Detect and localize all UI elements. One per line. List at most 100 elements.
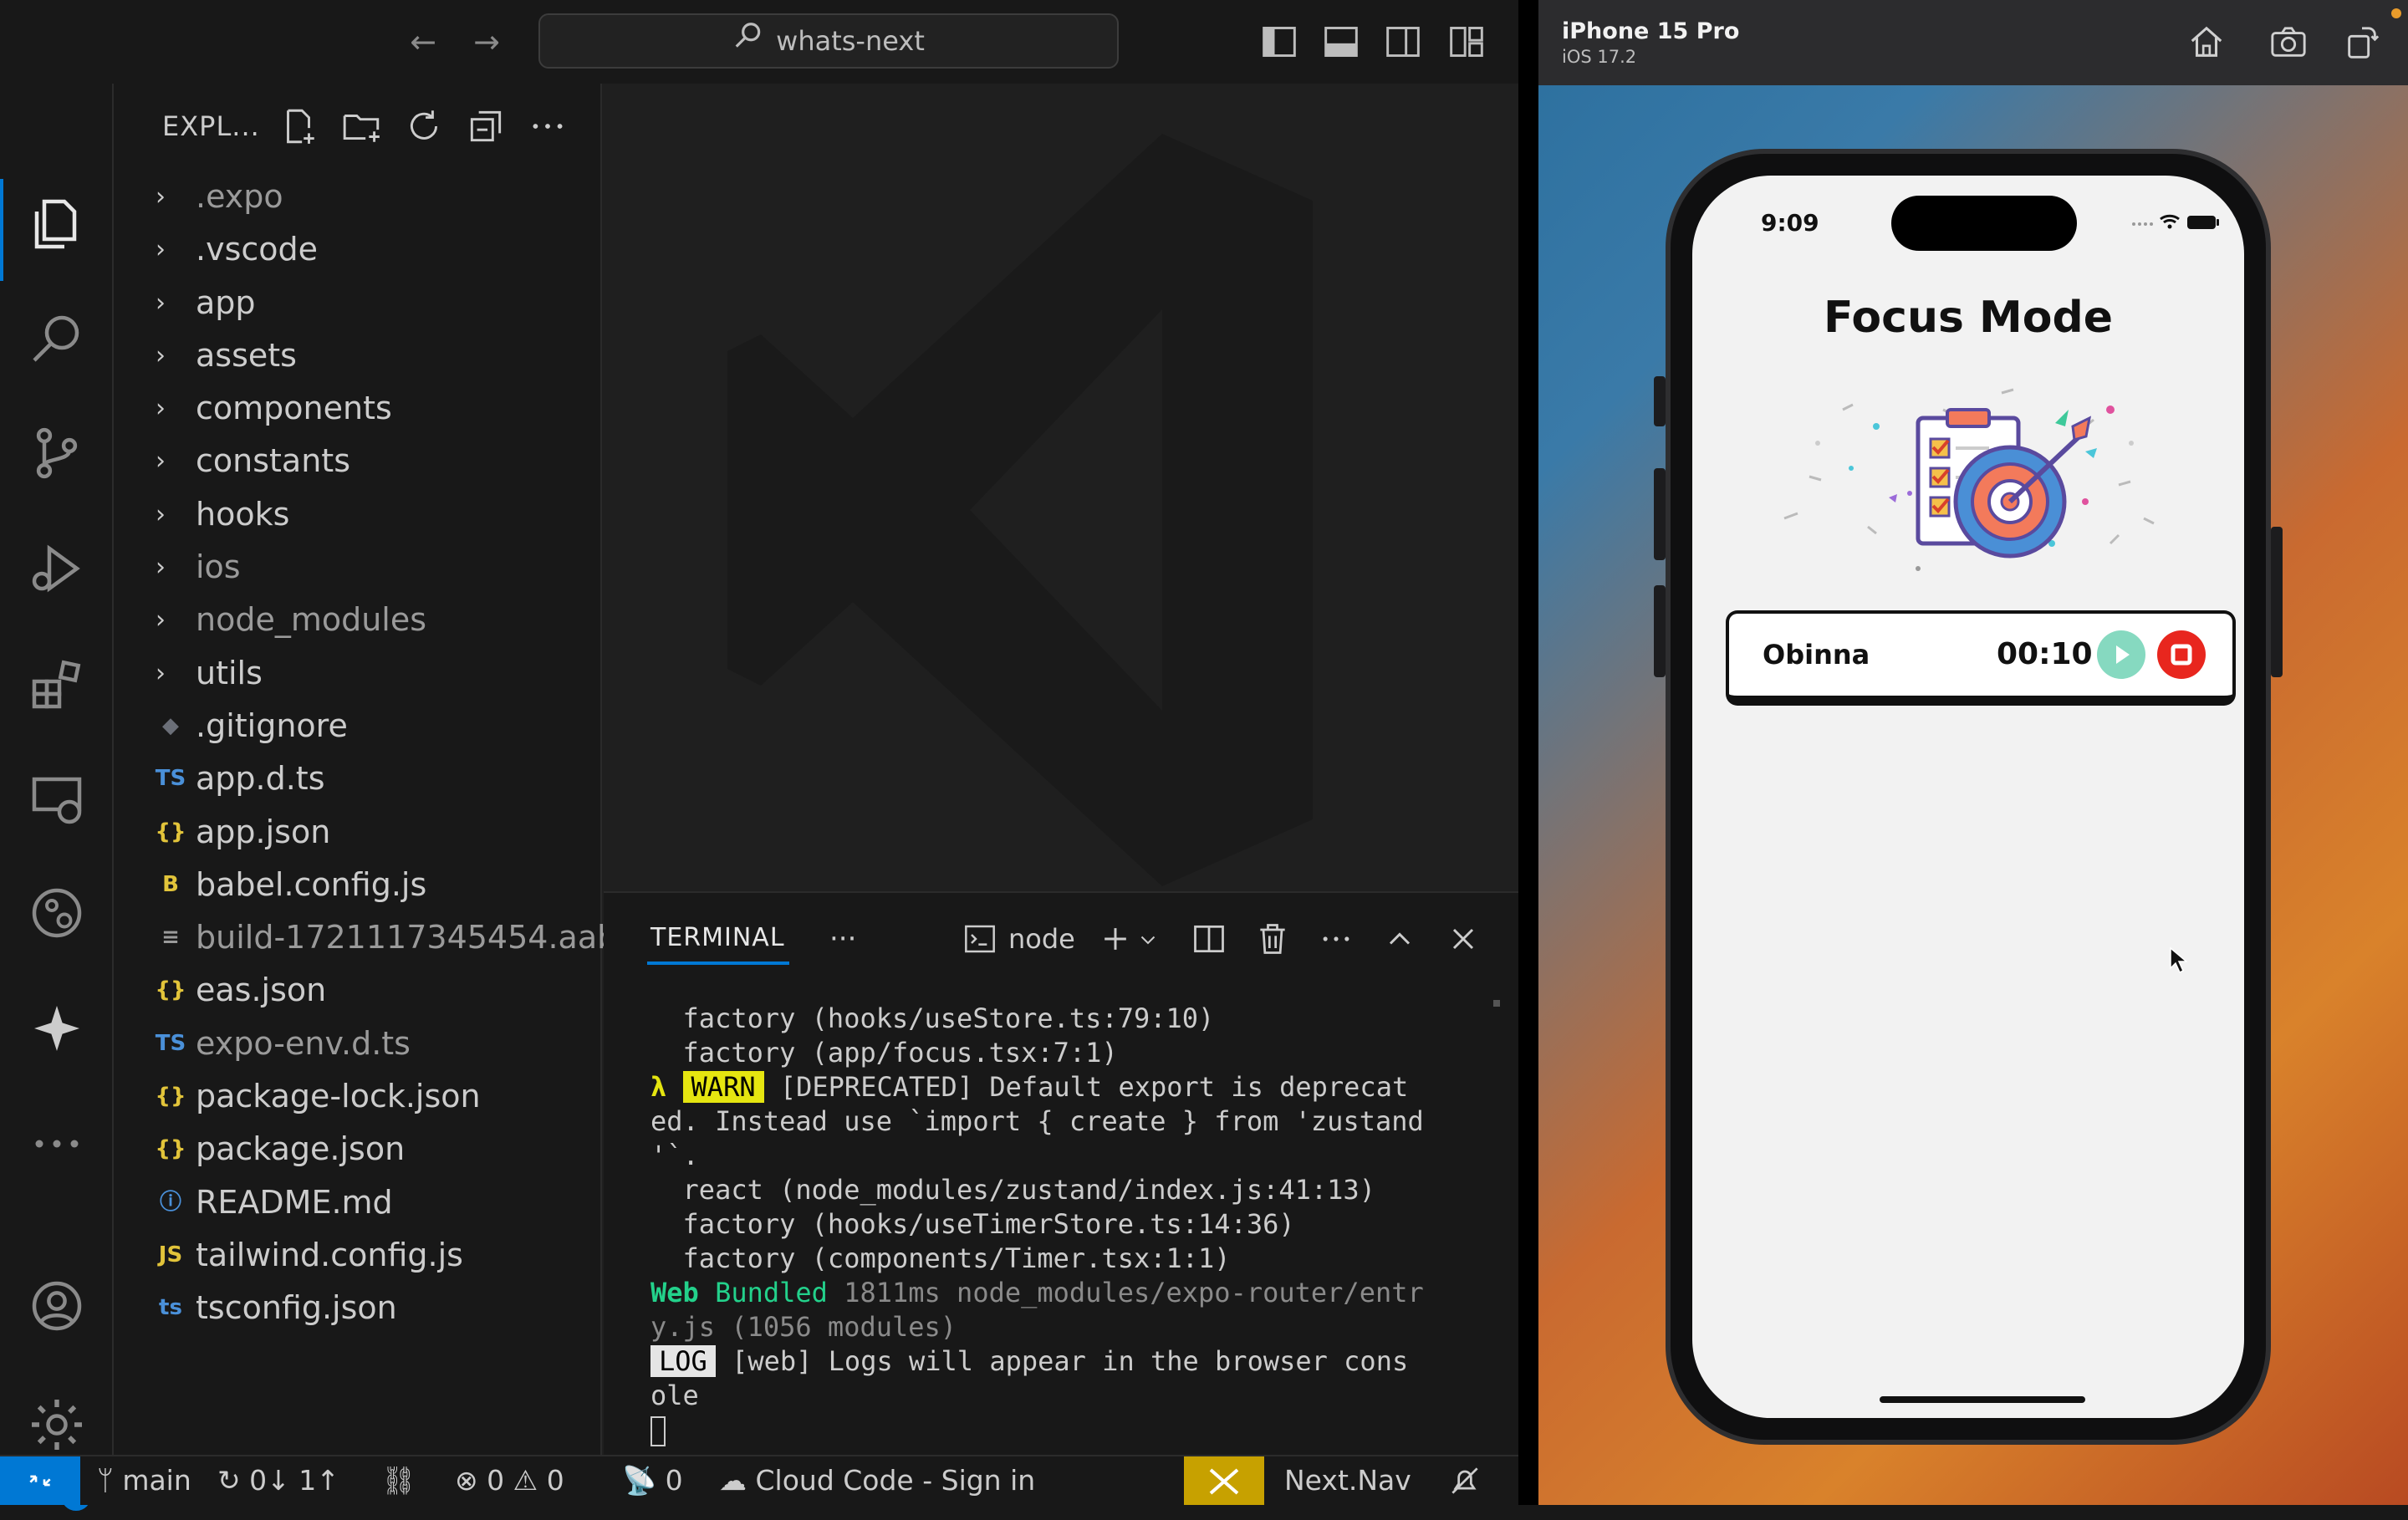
tree-folder[interactable]: › ios xyxy=(114,541,602,594)
command-center-search[interactable]: whats-next xyxy=(538,13,1119,69)
explorer-more-icon[interactable] xyxy=(527,105,569,147)
refresh-icon[interactable] xyxy=(403,105,445,147)
chevron-right-icon: › xyxy=(156,446,166,477)
sync-status[interactable]: ↻ 0↓ 1↑ xyxy=(217,1456,339,1505)
tree-item-label: .vscode xyxy=(196,231,319,268)
trash-icon[interactable] xyxy=(1254,918,1291,960)
tree-file[interactable]: TS app.d.ts xyxy=(114,752,602,805)
split-terminal-icon[interactable] xyxy=(1191,918,1227,960)
toggle-panel-icon[interactable] xyxy=(1323,23,1360,60)
terminal-line-text: 1811ms node_modules/expo-router/entr xyxy=(827,1277,1424,1308)
accounts-icon[interactable] xyxy=(23,1273,90,1339)
tree-item-label: README.md xyxy=(196,1183,393,1221)
customize-layout-icon[interactable] xyxy=(1448,23,1485,60)
tree-folder[interactable]: › node_modules xyxy=(114,594,602,646)
stop-icon xyxy=(2171,644,2192,666)
timeline-git-icon[interactable] xyxy=(23,880,90,946)
terminal-output[interactable]: factory (hooks/useStore.ts:79:10) factor… xyxy=(650,1002,1512,1447)
remote-indicator[interactable] xyxy=(0,1456,80,1505)
next-nav-status[interactable]: Next.Nav xyxy=(1284,1456,1411,1505)
panel-more-tabs-button[interactable]: ··· xyxy=(829,918,856,960)
file-type-icon: B xyxy=(162,871,179,897)
tree-folder[interactable]: › assets xyxy=(114,329,602,382)
remote-explorer-icon[interactable] xyxy=(23,766,90,833)
tree-file[interactable]: ≡ build-1721117345454.aab xyxy=(114,911,617,964)
problems-status[interactable]: ⊗ 0 ⚠ 0 xyxy=(455,1456,564,1505)
terminal-line: LOG [web] Logs will appear in the browse… xyxy=(650,1344,1512,1379)
tree-item-label: expo-env.d.ts xyxy=(196,1024,411,1062)
warning-icon: ⚠ xyxy=(513,1464,538,1497)
panel-more-icon[interactable] xyxy=(1318,918,1354,960)
git-graph-icon[interactable]: ⛓ xyxy=(381,1456,416,1505)
home-icon[interactable] xyxy=(2187,23,2226,62)
tree-folder[interactable]: › constants xyxy=(114,435,602,487)
live-share-disconnected-icon[interactable] xyxy=(1184,1456,1264,1505)
play-button[interactable] xyxy=(2097,630,2145,679)
explorer-sidebar: EXPL... › .expo › .vscode › app › assets › compon… xyxy=(114,84,617,1455)
error-count: 0 xyxy=(487,1464,505,1497)
window-divider[interactable] xyxy=(1518,0,1538,1505)
terminal-line-text: [web] Logs will appear in the browser co… xyxy=(715,1345,1409,1377)
new-file-icon[interactable] xyxy=(278,105,319,147)
chevron-right-icon: › xyxy=(156,235,166,265)
copilot-sparkle-icon[interactable] xyxy=(23,995,90,1062)
chevron-down-icon[interactable] xyxy=(1135,918,1161,960)
tree-file[interactable]: {} package.json xyxy=(114,1123,602,1176)
tab-terminal[interactable]: TERMINAL xyxy=(650,923,785,952)
tree-folder[interactable]: › components xyxy=(114,382,602,435)
tree-file[interactable]: Bbabel.config.js xyxy=(114,859,602,911)
wifi-icon xyxy=(2160,214,2180,229)
warning-count: 0 xyxy=(546,1464,564,1497)
tree-file[interactable]: {} package-lock.json xyxy=(114,1070,602,1123)
forward-button[interactable]: → xyxy=(467,23,507,60)
toggle-primary-sidebar-icon[interactable] xyxy=(1261,23,1298,60)
tree-folder[interactable]: › .expo xyxy=(114,171,602,223)
tree-folder[interactable]: › utils xyxy=(114,647,602,700)
file-type-icon: {} xyxy=(155,977,186,1003)
tree-item-label: .gitignore xyxy=(196,706,348,744)
tree-folder[interactable]: › hooks xyxy=(114,488,602,541)
toggle-secondary-sidebar-icon[interactable] xyxy=(1385,23,1421,60)
home-indicator[interactable] xyxy=(1880,1396,2085,1403)
extensions-icon[interactable] xyxy=(23,650,90,717)
tree-file[interactable]: {} app.json xyxy=(114,806,602,859)
play-icon xyxy=(2116,645,2130,664)
rotate-icon[interactable] xyxy=(2343,23,2381,62)
stop-button[interactable] xyxy=(2157,630,2206,679)
maximize-panel-chevron-up-icon[interactable] xyxy=(1381,918,1418,960)
tree-folder[interactable]: › .vscode xyxy=(114,223,602,276)
chevron-right-icon: › xyxy=(156,394,166,424)
tree-file[interactable]: TS expo-env.d.ts xyxy=(114,1018,602,1070)
source-control-icon[interactable] xyxy=(23,420,90,487)
file-type-icon: {} xyxy=(155,1084,186,1109)
sync-icon: ↻ xyxy=(217,1464,241,1497)
collapse-all-icon[interactable] xyxy=(465,105,507,147)
close-panel-icon[interactable] xyxy=(1445,918,1482,960)
file-type-icon: ◆ xyxy=(162,712,179,738)
tree-file[interactable]: ⓘ README.md xyxy=(114,1176,602,1229)
tree-folder[interactable]: › app xyxy=(114,277,602,329)
tree-file[interactable]: ◆ .gitignore xyxy=(114,700,602,752)
back-button[interactable]: ← xyxy=(403,23,443,60)
app-screen[interactable]: 9:09 Focus Mode Obinna 00:10 xyxy=(1692,176,2244,1418)
tree-file[interactable]: ts tsconfig.json xyxy=(114,1282,602,1334)
tree-file[interactable]: {} eas.json xyxy=(114,964,602,1017)
ports-status[interactable]: 📡 0 xyxy=(622,1456,683,1505)
app-title: Focus Mode xyxy=(1824,293,2113,343)
tree-item-label: build-1721117345454.aab xyxy=(196,919,618,956)
notifications-bell-icon[interactable] xyxy=(1446,1456,1483,1505)
settings-gear-icon[interactable] xyxy=(23,1391,90,1458)
new-terminal-plus-icon[interactable] xyxy=(1097,918,1134,960)
error-icon: ⊗ xyxy=(455,1464,478,1497)
branch-status[interactable]: ᛘ main xyxy=(97,1456,191,1505)
search-icon[interactable] xyxy=(23,304,90,371)
terminal-instance-selector[interactable]: node xyxy=(963,918,1075,960)
tree-file[interactable]: JS tailwind.config.js xyxy=(114,1229,602,1282)
explorer-icon[interactable] xyxy=(23,191,90,258)
cloud-code-status[interactable]: ☁ Cloud Code - Sign in xyxy=(719,1456,1035,1505)
screenshot-camera-icon[interactable] xyxy=(2269,23,2308,62)
more-views-icon[interactable] xyxy=(23,1110,90,1177)
new-folder-icon[interactable] xyxy=(341,105,383,147)
power-button xyxy=(2271,527,2283,677)
run-debug-icon[interactable] xyxy=(23,535,90,602)
